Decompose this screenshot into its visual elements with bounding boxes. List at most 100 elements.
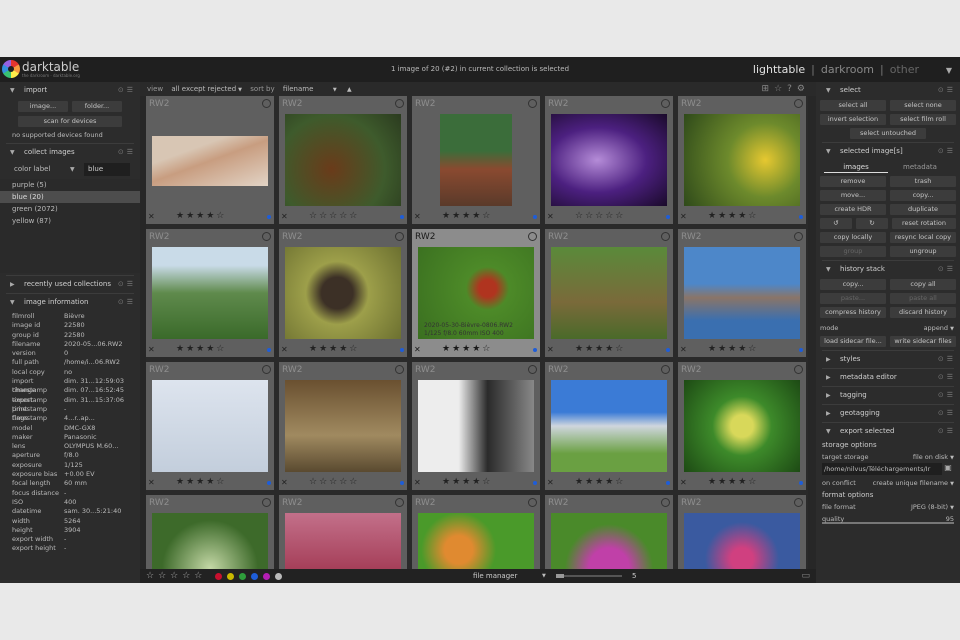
monitor-icon[interactable]: ▭: [801, 569, 810, 583]
import-folder-button[interactable]: folder...: [72, 101, 122, 112]
group-icon[interactable]: [528, 99, 537, 108]
module-presets-icon[interactable]: ⊙☰: [118, 146, 136, 159]
help-icon[interactable]: ?: [787, 84, 797, 94]
chevron-down-icon[interactable]: ▼: [70, 163, 84, 176]
reject-icon[interactable]: ✕: [281, 212, 288, 221]
select-untouched-button[interactable]: select untouched: [850, 128, 926, 139]
chevron-down-icon[interactable]: ▼: [333, 87, 337, 93]
collect-list-item-selected[interactable]: blue (20): [0, 191, 140, 203]
history-mode-row[interactable]: mode append ▼: [816, 321, 960, 333]
star-rating-icon[interactable]: ★★★★☆: [708, 211, 758, 221]
group-icon[interactable]: [262, 232, 271, 241]
module-geotagging-header[interactable]: ▶ geotagging ⊙☰: [816, 407, 960, 420]
select-all-button[interactable]: select all: [820, 100, 886, 111]
module-presets-icon[interactable]: ⊙☰: [938, 263, 956, 276]
star-rating-icon[interactable]: ★★★★☆: [442, 477, 492, 487]
zoom-slider[interactable]: [556, 574, 622, 578]
file-format-row[interactable]: file format JPEG (8-bit) ▼: [816, 500, 960, 512]
reject-icon[interactable]: ✕: [414, 345, 421, 354]
module-presets-icon[interactable]: ⊙☰: [938, 425, 956, 438]
thumbnail-cell[interactable]: RW2 ✕ ☆☆☆☆☆: [545, 96, 673, 224]
on-conflict-row[interactable]: on conflict create unique filename ▼: [816, 476, 960, 488]
thumbnail-cell[interactable]: RW2✕★★★★☆: [146, 362, 274, 490]
module-info-header[interactable]: ▼ image information ⊙☰: [0, 296, 140, 309]
star-overlay-icon[interactable]: ☆: [774, 84, 787, 94]
group-icon[interactable]: [395, 99, 404, 108]
history-paste-all-button[interactable]: paste all: [890, 293, 956, 304]
star-rating-icon[interactable]: ★★★★☆: [708, 344, 758, 354]
folder-icon[interactable]: ▣: [942, 463, 954, 475]
invert-selection-button[interactable]: invert selection: [820, 114, 886, 125]
thumbnail-cell[interactable]: RW2✕★★★★☆: [678, 229, 806, 357]
sort-order-icon[interactable]: ▲: [347, 86, 352, 93]
star-rating-icon[interactable]: ★★★★☆: [176, 477, 226, 487]
thumbnail-cell[interactable]: RW2 ✕ ☆☆☆☆☆: [279, 362, 407, 490]
scan-devices-button[interactable]: scan for devices: [18, 116, 122, 127]
zoom-slider-handle[interactable]: [556, 574, 564, 578]
select-film-roll-button[interactable]: select film roll: [890, 114, 956, 125]
export-path-input[interactable]: /home/nilvus/Téléchargements/Ir: [822, 463, 942, 475]
thumbnail-cell[interactable]: RW2✕★★★★☆: [678, 362, 806, 490]
group-icon[interactable]: [794, 498, 803, 507]
module-import-header[interactable]: ▼ import ⊙☰: [0, 84, 140, 97]
module-presets-icon[interactable]: ⊙☰: [938, 389, 956, 402]
thumbnail-cell[interactable]: RW2✕★★★★☆: [279, 495, 407, 570]
reject-icon[interactable]: ✕: [547, 478, 554, 487]
color-label-yellow-icon[interactable]: [226, 572, 234, 580]
thumbnail-cell[interactable]: RW2 ✕ ★★★★☆ 2020-05-30-Bièvre-0806.RW2 1/125…: [412, 229, 540, 357]
module-presets-icon[interactable]: ⊙☰: [938, 145, 956, 158]
thumbnail-cell[interactable]: RW2✕★★★★☆: [545, 362, 673, 490]
star-rating-icon[interactable]: ★★★★☆: [575, 344, 625, 354]
star-rating-icon[interactable]: ★★★★☆: [442, 211, 492, 221]
thumbnail-cell[interactable]: RW2✕★★★★☆: [146, 229, 274, 357]
discard-history-button[interactable]: discard history: [890, 307, 956, 318]
module-presets-icon[interactable]: ⊙☰: [118, 84, 136, 97]
thumbnail-cell[interactable]: RW2✕★★★★☆: [412, 96, 540, 224]
reject-icon[interactable]: ✕: [680, 345, 687, 354]
module-metadata-editor-header[interactable]: ▶ metadata editor ⊙☰: [816, 371, 960, 384]
chevron-down-icon[interactable]: ▼: [542, 569, 546, 583]
view-darkroom[interactable]: darkroom: [821, 63, 874, 76]
target-storage-row[interactable]: target storage file on disk ▼: [816, 450, 960, 462]
group-icon[interactable]: [528, 232, 537, 241]
sort-select[interactable]: filename: [283, 82, 333, 96]
color-label-green-icon[interactable]: [238, 572, 246, 580]
thumbnail-cell[interactable]: RW2✕★★★★☆: [678, 495, 806, 570]
module-collect-header[interactable]: ▼ collect images ⊙☰: [0, 146, 140, 159]
module-presets-icon[interactable]: ⊙☰: [938, 84, 956, 97]
resync-local-copy-button[interactable]: resync local copy: [890, 232, 956, 243]
group-icon[interactable]: [262, 498, 271, 507]
color-label-purple-icon[interactable]: [262, 572, 270, 580]
copy-button[interactable]: copy...: [890, 190, 956, 201]
group-icon[interactable]: [661, 232, 670, 241]
color-label-red-icon[interactable]: [214, 572, 222, 580]
reject-icon[interactable]: ✕: [281, 478, 288, 487]
reject-icon[interactable]: ✕: [281, 345, 288, 354]
module-selected-header[interactable]: ▼ selected image[s] ⊙☰: [816, 145, 960, 158]
star-rating-icon[interactable]: ★★★★☆: [176, 211, 226, 221]
color-label-gray-icon[interactable]: [274, 572, 282, 580]
group-icon[interactable]: [794, 99, 803, 108]
reject-icon[interactable]: ✕: [148, 345, 155, 354]
thumbnail-cell[interactable]: RW2✕★★★★☆: [412, 495, 540, 570]
module-presets-icon[interactable]: ⊙☰: [118, 296, 136, 309]
grouping-icon[interactable]: ⊞: [762, 84, 775, 94]
reject-icon[interactable]: ✕: [414, 478, 421, 487]
collect-list-item[interactable]: purple (5): [0, 179, 140, 191]
reject-icon[interactable]: ✕: [547, 212, 554, 221]
star-rating-icon[interactable]: ☆☆☆☆☆: [575, 211, 625, 221]
thumbnail-cell[interactable]: RW2✕★★★★☆: [146, 495, 274, 570]
group-icon[interactable]: [661, 365, 670, 374]
group-icon[interactable]: [661, 99, 670, 108]
rotate-right-button[interactable]: ↻: [856, 218, 888, 229]
module-export-header[interactable]: ▼ export selected ⊙☰: [816, 425, 960, 438]
group-icon[interactable]: [661, 498, 670, 507]
thumbnail-cell[interactable]: RW2✕★★★★☆: [678, 96, 806, 224]
filter-select[interactable]: all except rejected: [171, 85, 236, 93]
color-label-blue-icon[interactable]: [250, 572, 258, 580]
module-presets-icon[interactable]: ⊙☰: [938, 407, 956, 420]
collect-list-item[interactable]: yellow (87): [0, 215, 140, 227]
compress-history-button[interactable]: compress history: [820, 307, 886, 318]
chevron-down-icon[interactable]: ▼: [238, 87, 242, 93]
load-sidecar-button[interactable]: load sidecar file...: [820, 336, 886, 347]
